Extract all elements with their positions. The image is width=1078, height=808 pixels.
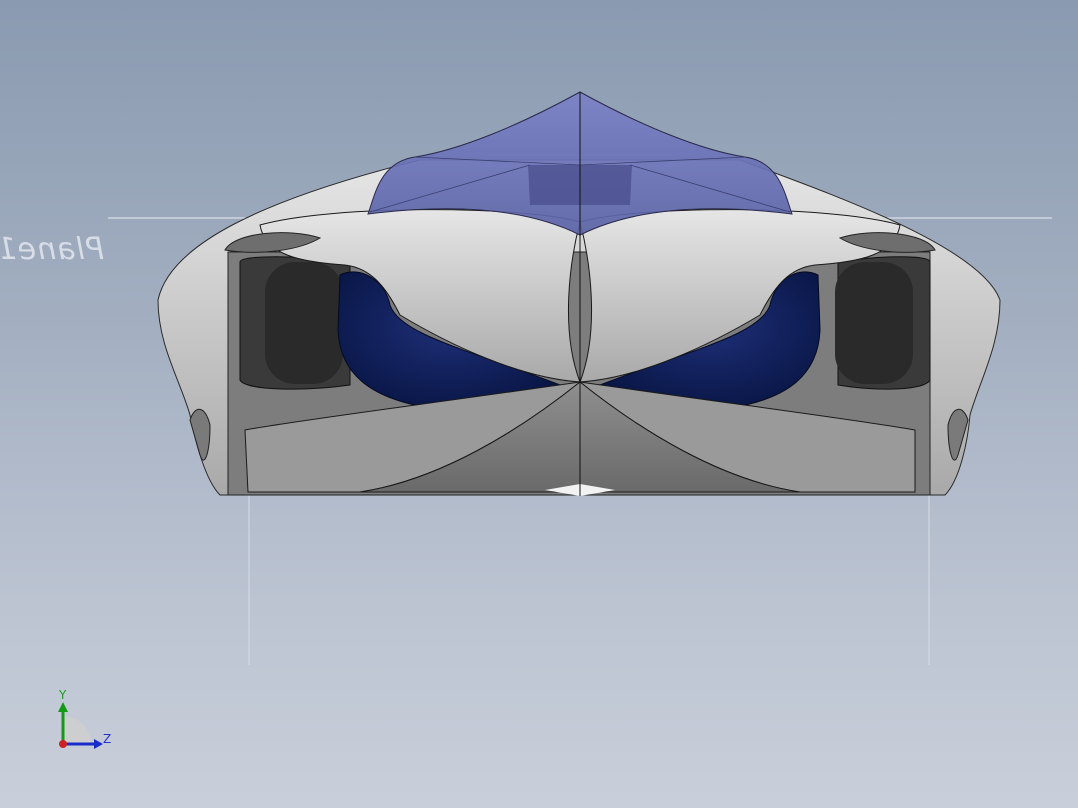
graphics-viewport[interactable]: Plane12 Y Z: [0, 0, 1078, 808]
axis-y-label: Y: [59, 688, 67, 702]
axis-z-label: Z: [103, 732, 112, 746]
nacelle-right-inner: [835, 262, 913, 384]
nacelle-left-inner: [265, 262, 343, 384]
winglet-left: [189, 408, 211, 461]
triad-axis-icon: [58, 702, 103, 749]
model-scene[interactable]: [0, 0, 1078, 808]
plane-label[interactable]: Plane12: [0, 232, 104, 267]
